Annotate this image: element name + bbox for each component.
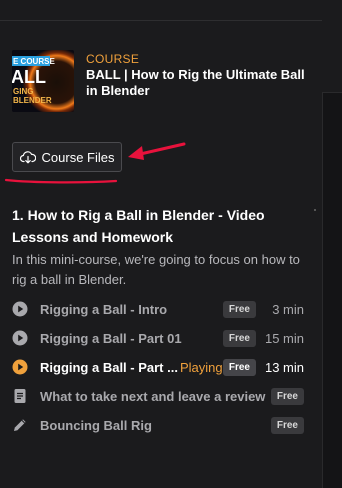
lesson-title: Rigging a Ball - Part 01 (40, 330, 182, 346)
course-title[interactable]: BALL | How to Rig the Ultimate Ball in B… (86, 67, 316, 99)
free-badge: Free (222, 300, 256, 318)
thumbnail-text-4: BLENDER (13, 96, 52, 105)
panel-header (322, 20, 342, 93)
top-bar (0, 0, 342, 21)
play-circle-icon (12, 359, 28, 375)
scroll-marker (314, 209, 316, 211)
free-badge: Free (222, 358, 256, 376)
annotation-arrow (128, 142, 186, 160)
annotation-underline (4, 178, 118, 184)
thumbnail-text-1: E COURSE (13, 57, 55, 66)
course-files-button[interactable]: Course Files (12, 142, 122, 172)
play-circle-icon (12, 301, 28, 317)
lesson-duration: 3 min (272, 301, 304, 317)
free-badge: Free (270, 416, 304, 434)
lesson-title: What to take next and leave a review (40, 388, 266, 404)
playing-status: Playing (179, 359, 223, 375)
course-header: E COURSE ALL GING BLENDER COURSE BALL | … (12, 50, 312, 112)
section-description: In this mini-course, we're going to focu… (12, 252, 300, 287)
pencil-icon (12, 417, 28, 433)
document-icon (12, 388, 28, 404)
thumbnail-text-3: GING (13, 87, 33, 96)
lesson-item[interactable]: Rigging a Ball - Intro Free 3 min (12, 298, 304, 320)
lesson-title: Rigging a Ball - Intro (40, 301, 168, 317)
lesson-item[interactable]: Bouncing Ball Rig Free (12, 414, 304, 436)
lesson-item[interactable]: What to take next and leave a review Fre… (12, 385, 304, 407)
play-circle-icon (12, 330, 28, 346)
lesson-title: Bouncing Ball Rig (40, 417, 152, 433)
thumbnail-text-2: ALL (12, 67, 46, 87)
right-panel-edge (322, 20, 342, 488)
lesson-item[interactable]: Rigging a Ball - Part 01 Free 15 min (12, 327, 304, 349)
free-badge: Free (270, 387, 304, 405)
section-title: 1. How to Rig a Ball in Blender - Video … (12, 207, 265, 245)
lesson-title: Rigging a Ball - Part ... (40, 359, 178, 375)
course-thumbnail: E COURSE ALL GING BLENDER (12, 50, 74, 112)
free-badge: Free (222, 329, 256, 347)
lesson-duration: 13 min (264, 359, 304, 375)
lesson-duration: 15 min (264, 330, 304, 346)
lesson-item-active[interactable]: Rigging a Ball - Part ... Playing Free 1… (12, 356, 304, 378)
course-tag: COURSE (86, 52, 140, 66)
course-files-label: Course Files (41, 149, 115, 165)
cloud-download-icon (19, 151, 36, 164)
